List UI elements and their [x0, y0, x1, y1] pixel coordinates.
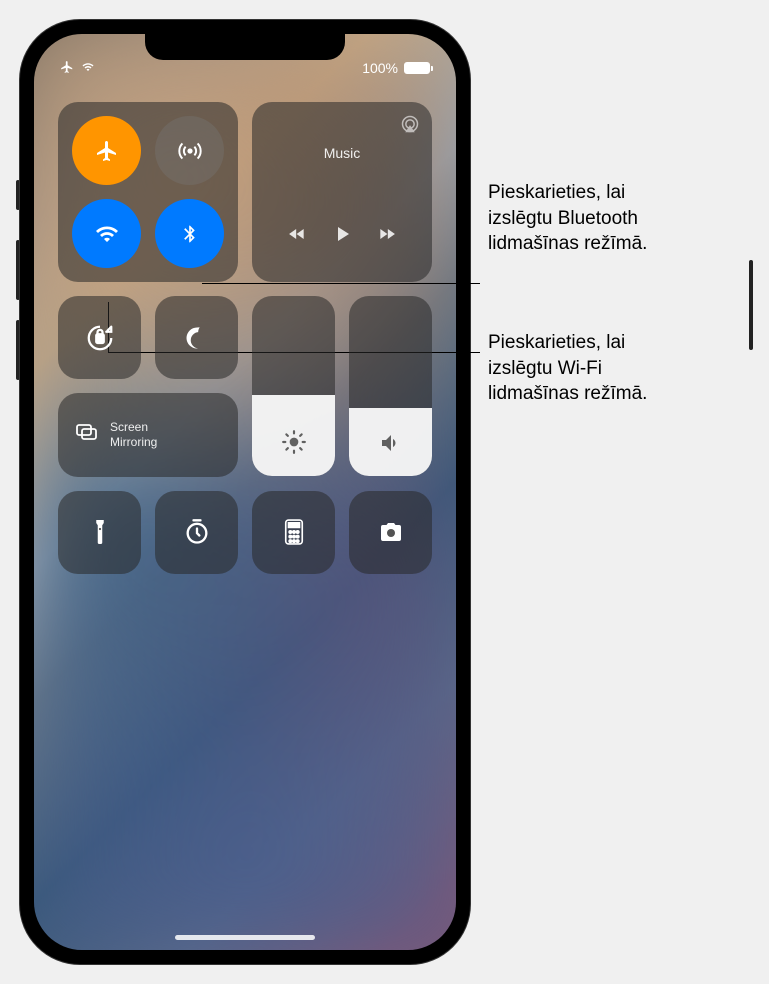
previous-track-button[interactable] — [284, 224, 310, 249]
music-module[interactable]: Music — [252, 102, 432, 282]
screen-mirroring-button[interactable]: Screen Mirroring — [58, 393, 238, 477]
screen-mirroring-icon — [72, 420, 100, 449]
phone-frame: 100% — [20, 20, 470, 964]
airplane-status-icon — [60, 60, 74, 77]
volume-icon — [379, 431, 403, 460]
timer-button[interactable] — [155, 491, 238, 574]
next-track-button[interactable] — [374, 224, 400, 249]
control-center: Music — [58, 102, 432, 574]
notch — [145, 32, 345, 60]
screen: 100% — [34, 34, 456, 950]
callout-wifi: Pieskarieties, lai izslēgtu Wi-Fi lidmaš… — [488, 330, 647, 407]
screen-mirroring-label: Screen Mirroring — [110, 420, 157, 449]
bluetooth-toggle[interactable] — [155, 199, 224, 268]
play-button[interactable] — [330, 221, 354, 252]
home-indicator[interactable] — [175, 935, 315, 940]
music-source-label: Music — [324, 145, 361, 161]
brightness-icon — [281, 429, 307, 460]
wifi-toggle[interactable] — [72, 199, 141, 268]
connectivity-module[interactable] — [58, 102, 238, 282]
cellular-data-toggle[interactable] — [155, 116, 224, 185]
orientation-lock-toggle[interactable] — [58, 296, 141, 379]
flashlight-button[interactable] — [58, 491, 141, 574]
battery-percent: 100% — [362, 60, 398, 76]
brightness-slider[interactable] — [252, 296, 335, 476]
wifi-status-icon — [80, 60, 96, 76]
battery-icon — [404, 62, 430, 74]
do-not-disturb-toggle[interactable] — [155, 296, 238, 379]
volume-slider[interactable] — [349, 296, 432, 476]
camera-button[interactable] — [349, 491, 432, 574]
calculator-button[interactable] — [252, 491, 335, 574]
airplane-mode-toggle[interactable] — [72, 116, 141, 185]
airplay-icon[interactable] — [400, 114, 420, 139]
callout-bluetooth: Pieskarieties, lai izslēgtu Bluetooth li… — [488, 180, 647, 257]
